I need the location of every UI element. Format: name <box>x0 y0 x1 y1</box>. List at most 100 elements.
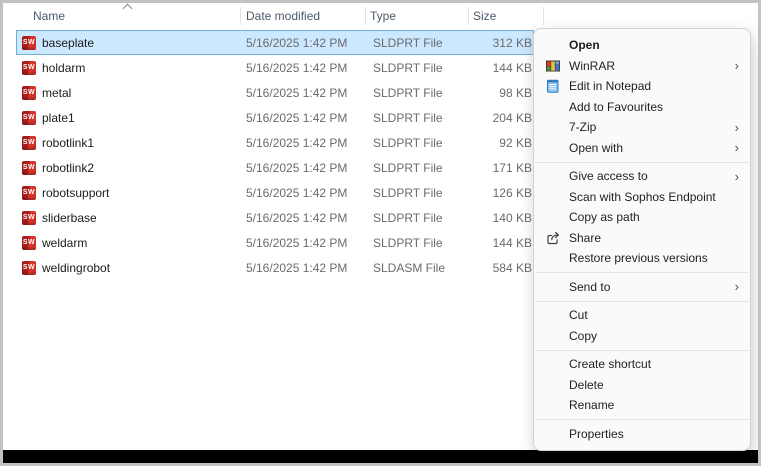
column-resize-handle[interactable] <box>468 7 469 25</box>
icon-slot <box>545 328 561 344</box>
solidworks-icon: SW <box>22 111 36 125</box>
icon-slot <box>545 307 561 323</box>
file-size: 126 KB <box>492 186 532 200</box>
column-resize-handle[interactable] <box>543 7 544 25</box>
file-list-header: Name Date modified Type Size <box>3 3 758 29</box>
icon-slot <box>545 397 561 413</box>
menu-item-label: Rename <box>569 398 615 413</box>
file-row-robotlink2[interactable]: SW robotlink2 5/16/2025 1:42 PM SLDPRT F… <box>16 155 534 180</box>
menu-item-label: Share <box>569 230 602 245</box>
menu-separator <box>535 349 749 351</box>
menu-item-winrar[interactable]: WinRAR <box>534 56 750 77</box>
menu-item-label: Delete <box>569 377 604 392</box>
column-header-size[interactable]: Size <box>473 9 496 23</box>
file-row-plate1[interactable]: SW plate1 5/16/2025 1:42 PM SLDPRT File … <box>16 105 534 130</box>
solidworks-icon: SW <box>22 136 36 150</box>
file-row-sliderbase[interactable]: SW sliderbase 5/16/2025 1:42 PM SLDPRT F… <box>16 205 534 230</box>
file-name: baseplate <box>42 36 95 50</box>
solidworks-icon: SW <box>22 211 36 225</box>
file-date-modified: 5/16/2025 1:42 PM <box>246 111 348 125</box>
file-size: 140 KB <box>492 211 532 225</box>
file-name: plate1 <box>42 111 75 125</box>
icon-slot <box>545 140 561 156</box>
column-header-name[interactable]: Name <box>33 9 65 23</box>
file-date-modified: 5/16/2025 1:42 PM <box>246 161 348 175</box>
menu-item-label: Send to <box>569 279 611 294</box>
file-name: robotlink2 <box>42 161 95 175</box>
file-row-robotsupport[interactable]: SW robotsupport 5/16/2025 1:42 PM SLDPRT… <box>16 180 534 205</box>
menu-item-label: WinRAR <box>569 58 616 73</box>
file-row-weldingrobot[interactable]: SW weldingrobot 5/16/2025 1:42 PM SLDASM… <box>16 255 534 280</box>
menu-item-delete[interactable]: Delete <box>534 375 750 396</box>
file-row-holdarm[interactable]: SW holdarm 5/16/2025 1:42 PM SLDPRT File… <box>16 55 534 80</box>
context-menu: Open WinRAR Edit in Notepad Add to Favou… <box>533 28 751 451</box>
solidworks-icon: SW <box>22 261 36 275</box>
submenu-chevron-icon <box>729 59 739 72</box>
icon-slot <box>545 168 561 184</box>
file-date-modified: 5/16/2025 1:42 PM <box>246 36 348 50</box>
solidworks-icon: SW <box>22 161 36 175</box>
column-resize-handle[interactable] <box>365 7 366 25</box>
menu-item-scan-with-sophos-endpoint[interactable]: Scan with Sophos Endpoint <box>534 187 750 208</box>
file-name: metal <box>42 86 72 100</box>
icon-slot <box>545 119 561 135</box>
menu-item-label: 7-Zip <box>569 120 597 135</box>
menu-separator <box>535 272 749 273</box>
menu-item-label: Restore previous versions <box>569 251 708 266</box>
file-size: 171 KB <box>492 161 532 175</box>
menu-item-properties[interactable]: Properties <box>534 424 750 445</box>
menu-item-7-zip[interactable]: 7-Zip <box>534 117 750 138</box>
column-resize-handle[interactable] <box>240 7 241 25</box>
file-row-metal[interactable]: SW metal 5/16/2025 1:42 PM SLDPRT File 9… <box>16 80 534 105</box>
file-name: sliderbase <box>42 211 97 225</box>
menu-item-add-to-favourites[interactable]: Add to Favourites <box>534 97 750 118</box>
menu-item-give-access-to[interactable]: Give access to <box>534 166 750 187</box>
icon-slot <box>545 189 561 205</box>
solidworks-icon: SW <box>22 236 36 250</box>
file-size: 92 KB <box>499 136 532 150</box>
menu-item-send-to[interactable]: Send to <box>534 277 750 298</box>
menu-item-label: Add to Favourites <box>569 99 664 114</box>
file-row-weldarm[interactable]: SW weldarm 5/16/2025 1:42 PM SLDPRT File… <box>16 230 534 255</box>
menu-item-copy[interactable]: Copy <box>534 326 750 347</box>
file-name: robotlink1 <box>42 136 95 150</box>
menu-item-rename[interactable]: Rename <box>534 395 750 416</box>
file-name: holdarm <box>42 61 86 75</box>
menu-item-label: Open <box>569 38 600 53</box>
menu-item-label: Properties <box>569 426 624 441</box>
notepad-icon <box>545 78 561 94</box>
column-header-type[interactable]: Type <box>370 9 396 23</box>
bottom-black-bar <box>3 450 758 463</box>
icon-slot <box>545 250 561 266</box>
menu-item-open-with[interactable]: Open with <box>534 138 750 159</box>
solidworks-icon: SW <box>22 86 36 100</box>
menu-item-restore-previous-versions[interactable]: Restore previous versions <box>534 248 750 269</box>
winrar-icon <box>545 58 561 74</box>
menu-item-label: Open with <box>569 140 624 155</box>
submenu-chevron-icon <box>729 280 739 293</box>
menu-item-open[interactable]: Open <box>534 35 750 56</box>
solidworks-icon: SW <box>22 186 36 200</box>
file-row-baseplate[interactable]: SW baseplate 5/16/2025 1:42 PM SLDPRT Fi… <box>16 30 534 55</box>
solidworks-icon: SW <box>22 36 36 50</box>
menu-item-edit-in-notepad[interactable]: Edit in Notepad <box>534 76 750 97</box>
icon-slot <box>545 356 561 372</box>
column-header-date-modified[interactable]: Date modified <box>246 9 320 23</box>
icon-slot <box>545 37 561 53</box>
icon-slot <box>545 279 561 295</box>
menu-separator <box>535 161 749 163</box>
menu-item-label: Give access to <box>569 169 648 184</box>
menu-item-cut[interactable]: Cut <box>534 305 750 326</box>
icon-slot <box>545 209 561 225</box>
file-date-modified: 5/16/2025 1:42 PM <box>246 211 348 225</box>
file-row-robotlink1[interactable]: SW robotlink1 5/16/2025 1:42 PM SLDPRT F… <box>16 130 534 155</box>
menu-item-label: Scan with Sophos Endpoint <box>569 189 716 204</box>
menu-item-share[interactable]: Share <box>534 228 750 249</box>
explorer-window: Name Date modified Type Size SW baseplat… <box>0 0 761 466</box>
submenu-chevron-icon <box>729 121 739 134</box>
file-size: 312 KB <box>492 36 532 50</box>
file-size: 584 KB <box>492 261 532 275</box>
menu-item-copy-as-path[interactable]: Copy as path <box>534 207 750 228</box>
menu-item-create-shortcut[interactable]: Create shortcut <box>534 354 750 375</box>
menu-item-label: Edit in Notepad <box>569 79 652 94</box>
